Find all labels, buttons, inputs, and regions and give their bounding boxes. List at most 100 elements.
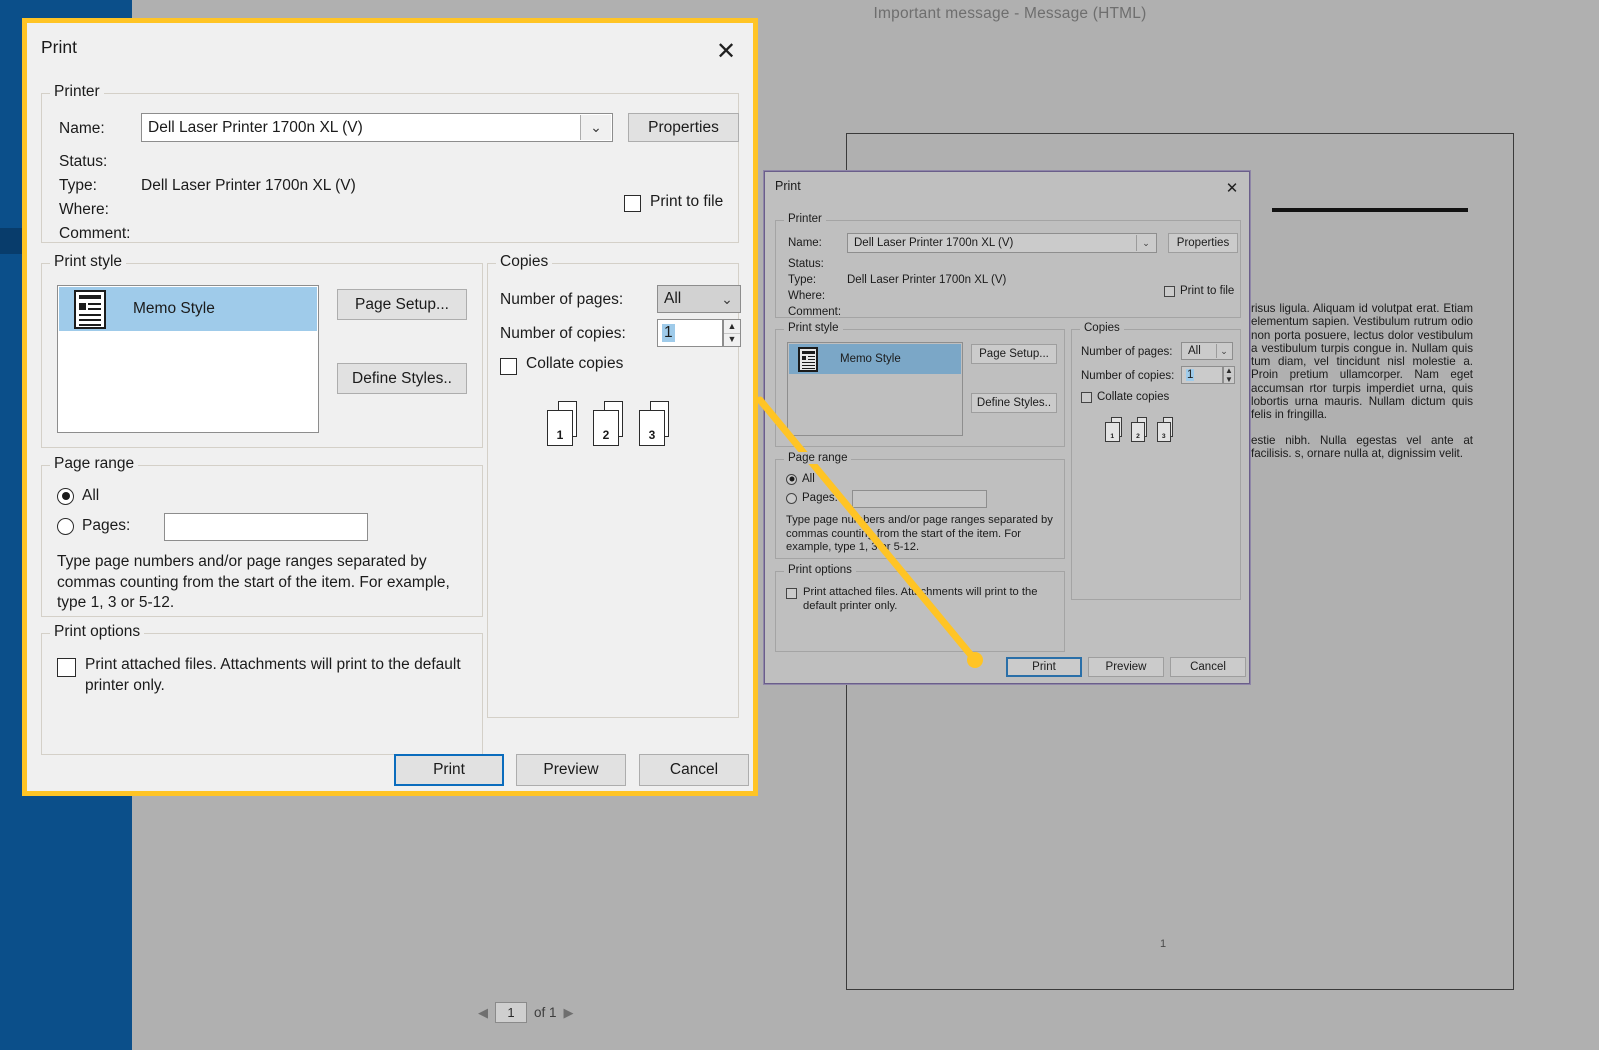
print-to-file-label: Print to file [650,193,724,210]
print-style-listbox-small[interactable]: Memo Style [787,342,963,436]
print-to-file-checkbox[interactable]: Print to file [624,193,723,212]
checkbox-box [57,658,76,677]
page-range-pages-input[interactable] [164,513,368,541]
print-to-file-checkbox-small[interactable]: Print to file [1164,285,1234,297]
print-to-file-label-small: Print to file [1180,285,1235,297]
number-of-copies-input-small[interactable]: 1 [1181,366,1223,384]
page-range-pages-input-small[interactable] [852,490,987,508]
collate-copies-checkbox-small[interactable]: Collate copies [1081,391,1169,403]
message-page-number: 1 [1160,938,1167,950]
page-range-pages-radio[interactable]: Pages: [57,517,130,535]
printer-type-label: Type: [59,177,97,194]
message-header-rule [1272,208,1468,212]
radio-ring [786,492,797,504]
memo-style-icon [798,346,818,372]
properties-button-small[interactable]: Properties [1168,233,1238,253]
collate-copies-checkbox[interactable]: Collate copies [500,355,623,375]
copies-group: Copies Number of pages: All ⌄ Number of … [487,253,741,718]
preview-button-small[interactable]: Preview [1088,657,1164,677]
collate-page-pair: 22 [593,401,630,446]
previous-page-icon[interactable]: ◀ [478,1005,488,1021]
define-styles-button-small[interactable]: Define Styles.. [971,393,1057,413]
print-attached-files-label-small: Print attached files. Attachments will p… [803,586,1038,612]
print-dialog: Print ✕ Printer Name: Dell Laser Printer… [22,18,758,796]
chevron-down-icon[interactable]: ⌄ [1216,344,1231,358]
stepper-down-icon[interactable]: ▼ [724,334,740,347]
number-of-pages-label-small: Number of pages: [1081,346,1173,358]
preview-button[interactable]: Preview [516,754,626,786]
print-style-item-memo[interactable]: Memo Style [59,287,317,331]
next-page-icon[interactable]: ▶ [564,1005,574,1021]
page-range-pages-radio-small[interactable]: Pages: [786,492,838,504]
collate-page-front: 1 [547,410,573,446]
print-style-group-label: Print style [50,253,127,271]
properties-button[interactable]: Properties [628,113,739,142]
page-range-all-label-small: All [802,473,815,485]
print-attached-files-label: Print attached files. Attachments will p… [85,656,461,694]
page-setup-button[interactable]: Page Setup... [337,289,467,320]
number-of-copies-stepper-small[interactable]: ▲ ▼ [1223,366,1235,384]
printer-group-small: Printer Name: Dell Laser Printer 1700n X… [775,213,1241,318]
print-attached-files-checkbox-small[interactable]: Print attached files. Attachments will p… [786,586,1054,613]
printer-type-label-small: Type: [788,274,817,286]
cancel-button-small[interactable]: Cancel [1170,657,1246,677]
printer-name-combo[interactable]: Dell Laser Printer 1700n XL (V) ⌄ [141,113,613,142]
collate-page-front: 2 [593,410,619,446]
number-of-pages-combo[interactable]: All ⌄ [657,285,741,313]
cancel-button[interactable]: Cancel [639,754,749,786]
number-of-pages-combo-small[interactable]: All ⌄ [1181,342,1233,360]
printer-name-label-small: Name: [788,237,822,249]
printer-type-value-small: Dell Laser Printer 1700n XL (V) [847,274,1007,286]
stepper-up-icon[interactable]: ▲ [724,320,740,334]
page-range-pages-label: Pages: [82,517,131,534]
collate-page-pair: 33 [639,401,676,446]
radio-ring [57,487,74,505]
define-styles-button[interactable]: Define Styles.. [337,363,467,394]
number-of-copies-value-small: 1 [1186,369,1195,381]
print-style-group-label-small: Print style [784,322,843,334]
number-of-copies-input[interactable]: 1 [657,319,723,347]
print-style-name: Memo Style [133,300,215,317]
printer-name-combo-small[interactable]: Dell Laser Printer 1700n XL (V) ⌄ [847,233,1157,253]
page-navigator: ◀ 1 of 1 ▶ [478,1002,574,1023]
chevron-down-icon[interactable]: ⌄ [715,287,739,311]
page-number-input[interactable]: 1 [495,1002,527,1023]
print-style-listbox[interactable]: Memo Style [57,285,319,433]
print-style-name-small: Memo Style [840,353,901,365]
print-style-group: Print style Memo Style Page Setup... Def… [41,253,483,448]
chevron-down-icon[interactable]: ⌄ [580,115,611,140]
checkbox-box [1164,286,1175,297]
print-attached-files-checkbox[interactable]: Print attached files. Attachments will p… [57,655,467,696]
collate-copies-label-small: Collate copies [1097,391,1170,403]
chevron-down-icon[interactable]: ⌄ [1136,235,1155,251]
number-of-pages-value-small: All [1188,345,1201,357]
page-range-all-radio-small[interactable]: All [786,473,815,485]
close-icon[interactable]: ✕ [707,35,745,67]
page-setup-button-small[interactable]: Page Setup... [971,344,1057,364]
checkbox-box [1081,392,1092,403]
radio-ring [786,473,797,485]
print-options-group-small: Print options Print attached files. Atta… [775,564,1065,652]
number-of-copies-stepper[interactable]: ▲ ▼ [723,319,741,347]
checkbox-box [786,588,797,599]
print-dialog-background: Print ✕ Printer Name: Dell Laser Printer… [764,171,1250,684]
page-range-pages-label-small: Pages: [802,492,838,504]
collate-page-front: 2 [1130,422,1146,443]
page-range-help-text-small: Type page numbers and/or page ranges sep… [786,514,1053,553]
print-style-group-small: Print style Memo Style Page Setup... Def… [775,322,1065,447]
collate-page-pair: 11 [547,401,584,446]
collate-page-pair: 33 [1156,417,1178,443]
page-range-all-label: All [82,487,100,504]
stepper-down-icon[interactable]: ▼ [1224,376,1234,384]
close-icon[interactable]: ✕ [1219,177,1245,199]
copies-group-label: Copies [496,253,553,271]
page-range-all-radio[interactable]: All [57,487,99,505]
memo-style-icon [74,289,106,329]
page-range-group: Page range All Pages: Type page numbers … [41,455,483,617]
printer-group-label-small: Printer [784,213,826,225]
number-of-pages-value: All [664,290,682,307]
message-body-text: risus ligula. Aliquam id volutpat erat. … [1251,302,1473,472]
print-style-item-memo-small[interactable]: Memo Style [789,344,961,374]
print-button[interactable]: Print [394,754,504,786]
print-button-small[interactable]: Print [1006,657,1082,677]
